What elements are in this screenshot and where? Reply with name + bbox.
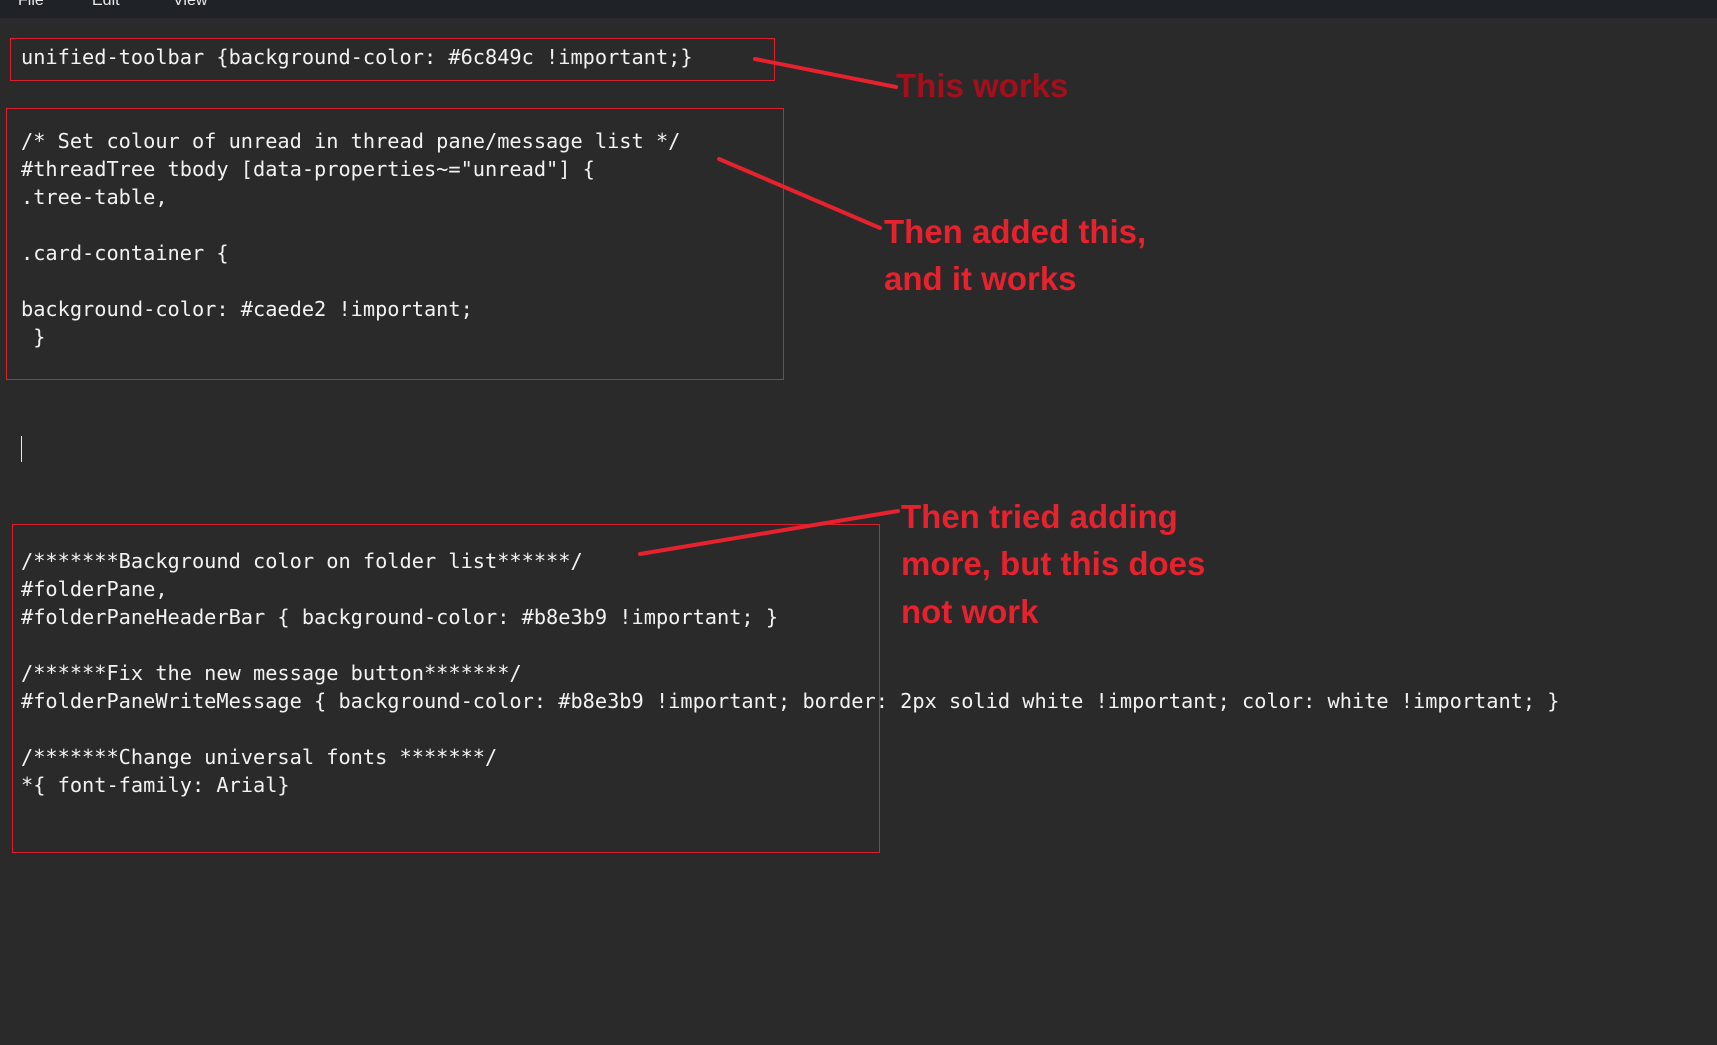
- annotation-note-not-work: more, but this does: [901, 545, 1206, 582]
- annotation-note-not-work: Then tried adding: [901, 498, 1178, 535]
- annotation-note-not-work: not work: [901, 593, 1039, 630]
- code-line: background-color: #caede2 !important;: [21, 297, 473, 321]
- code-line: }: [21, 325, 46, 349]
- code-line: /*******Change universal fonts *******/: [21, 745, 498, 769]
- code-line: /*******Background color on folder list*…: [21, 549, 583, 573]
- code-line: /******Fix the new message button*******…: [21, 661, 522, 685]
- code-line: .tree-table,: [21, 185, 168, 209]
- code-line: #folderPaneWriteMessage { background-col…: [21, 689, 1560, 713]
- code-line: #threadTree tbody [data-properties~="unr…: [21, 157, 595, 181]
- text-cursor: [21, 436, 22, 462]
- annotation-note-added: Then added this,: [884, 213, 1147, 250]
- annotation-note-this-works: This works: [896, 67, 1069, 104]
- code-line: /* Set colour of unread in thread pane/m…: [21, 129, 681, 153]
- code-line: *{ font-family: Arial}: [21, 773, 290, 797]
- code-line: .card-container {: [21, 241, 229, 265]
- annotation-note-added: and it works: [884, 260, 1077, 297]
- menu-bar: File Edit View: [0, 0, 1717, 18]
- menu-view[interactable]: View: [173, 0, 207, 9]
- code-line: #folderPane,: [21, 577, 168, 601]
- code-line: #folderPaneHeaderBar { background-color:…: [21, 605, 779, 629]
- menu-file[interactable]: File: [18, 0, 44, 9]
- code-line: unified-toolbar {background-color: #6c84…: [21, 45, 693, 69]
- menu-edit[interactable]: Edit: [92, 0, 120, 9]
